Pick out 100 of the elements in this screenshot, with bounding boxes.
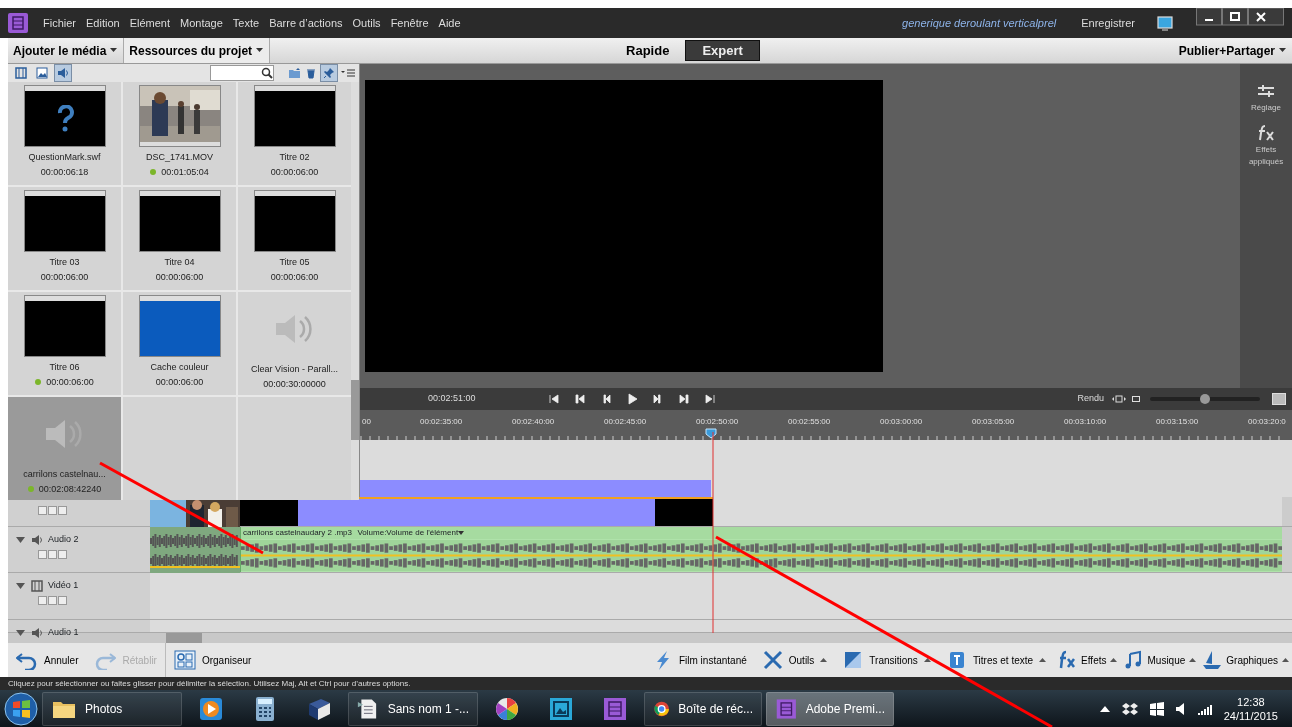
toolbar-button[interactable]: Titres et texte [938, 650, 1055, 670]
menu-item[interactable]: Texte [227, 14, 265, 32]
image-icon [36, 67, 48, 79]
toolbar-button[interactable]: Film instantané [644, 650, 755, 670]
minimize-button[interactable] [1196, 8, 1222, 26]
screen-mode-icon[interactable] [1156, 15, 1174, 31]
menu-item[interactable]: Outils [347, 14, 386, 32]
menu-item[interactable]: Fichier [38, 14, 81, 32]
close-button[interactable] [1248, 8, 1284, 26]
start-button[interactable] [4, 691, 38, 726]
media-name: QuestionMark.swf [28, 151, 101, 164]
taskbar-button[interactable]: Adobe Premi... [766, 691, 894, 726]
search-field[interactable] [210, 65, 274, 81]
sliders-icon[interactable] [1256, 82, 1276, 100]
media-name: Titre 04 [164, 256, 195, 269]
show-hidden-icon[interactable] [1099, 705, 1110, 712]
zoom-out-icon[interactable] [1132, 395, 1140, 403]
expand-icon[interactable] [16, 629, 25, 636]
filter-toggle[interactable] [54, 64, 72, 82]
menu-item[interactable]: Aide [433, 14, 466, 32]
taskbar-button[interactable]: Photos [42, 691, 182, 726]
caret-icon[interactable] [110, 48, 119, 53]
previous-edit-button[interactable] [573, 393, 586, 405]
menu-item[interactable]: Edition [81, 14, 125, 32]
media-name: Titre 03 [49, 256, 80, 269]
toolbar-button[interactable]: Musique [1120, 650, 1200, 670]
caret-icon[interactable] [1279, 48, 1287, 53]
windows-flag-icon[interactable] [1149, 701, 1164, 716]
taskbar-button[interactable]: Boîte de réc... [644, 691, 762, 726]
film-icon [30, 579, 43, 592]
maximize-button[interactable] [1222, 8, 1248, 26]
dropbox-icon[interactable] [1121, 700, 1138, 717]
panel-tab[interactable]: Ressources du projet [124, 38, 271, 63]
fit-icon[interactable] [1112, 395, 1126, 403]
vertical-scrollbar[interactable] [1282, 527, 1292, 572]
media-item[interactable]: QuestionMark.swf 00:00:06:18 [8, 82, 121, 185]
play-button[interactable] [625, 393, 638, 405]
trash-icon[interactable] [305, 67, 317, 79]
fx-icon[interactable] [1256, 124, 1276, 142]
horizontal-scrollbar[interactable] [8, 633, 1292, 643]
media-item[interactable]: Titre 05 00:00:06:00 [238, 187, 351, 290]
caret-icon[interactable] [1189, 658, 1197, 662]
pin-toggle[interactable] [320, 64, 338, 82]
taskbar-button[interactable]: Sans nom 1 -... [348, 691, 478, 726]
expand-icon[interactable] [16, 536, 25, 543]
caret-icon[interactable] [1282, 658, 1289, 662]
media-item[interactable]: Cache couleur 00:00:06:00 [123, 292, 236, 395]
media-item[interactable]: Titre 02 00:00:06:00 [238, 82, 351, 185]
media-name: Cache couleur [150, 361, 209, 374]
timeline-ruler[interactable]: 00 00:02:35:00 00:02:40:00 00:02:45:00 00:02:50:00 00:02:55:00 00:03:00:00 00:03:05:00 00:03:10:00 00:03:15:00 00:03:20:0 [360, 410, 1292, 440]
toolbar-button[interactable]: Transitions [835, 650, 939, 670]
filter-toggle[interactable] [33, 64, 51, 82]
filter-toggle[interactable] [12, 64, 30, 82]
toolbar-button[interactable]: Graphiques [1199, 650, 1292, 670]
media-name: Clear Vision - Parall... [251, 363, 338, 376]
toolbar-button[interactable]: Effets [1054, 650, 1121, 670]
vertical-scrollbar[interactable] [1282, 497, 1292, 526]
scroll-thumb[interactable] [166, 633, 202, 643]
signal-icon[interactable] [1197, 702, 1212, 715]
media-duration: 00:00:06:00 [155, 375, 204, 389]
caret-icon[interactable] [1110, 658, 1118, 662]
menu-item[interactable]: Fenêtre [385, 14, 434, 32]
publish-menu[interactable]: Publier+Partager [1173, 38, 1292, 63]
media-item[interactable]: Titre 04 00:00:06:00 [123, 187, 236, 290]
track-name: Audio 2 [48, 533, 79, 546]
media-duration: 00:01:05:04 [161, 165, 209, 179]
toolbar-button[interactable]: Organiseur [165, 650, 260, 670]
volume-menu[interactable]: Volume:Volume de l'élément [357, 527, 465, 539]
save-link[interactable]: Enregistrer [1076, 14, 1140, 32]
zoom-slider[interactable] [1199, 394, 1210, 404]
volume-icon[interactable] [1175, 701, 1186, 716]
mode-tab[interactable]: Rapide [610, 40, 686, 61]
go-to-end-button[interactable] [703, 393, 716, 405]
caret-icon[interactable] [923, 658, 931, 662]
step-forward-button[interactable] [651, 393, 664, 405]
media-item[interactable]: Titre 03 00:00:06:00 [8, 187, 121, 290]
caret-icon[interactable] [256, 48, 265, 53]
go-to-start-button[interactable] [547, 393, 560, 405]
media-item[interactable]: DSC_1741.MOV 00:01:05:04 [123, 82, 236, 185]
menu-item[interactable]: Montage [175, 14, 228, 32]
toolbar-button[interactable]: Outils [754, 650, 836, 670]
caret-icon[interactable] [820, 658, 828, 662]
toolbar-button[interactable]: Annuler [8, 650, 87, 670]
scrollbar[interactable] [351, 82, 359, 500]
clock[interactable]: 12:38 24/11/2015 [1223, 694, 1278, 723]
media-item[interactable]: carrilons castelnau... 00:02:08:42240 [8, 397, 121, 500]
caret-icon[interactable] [458, 530, 465, 535]
playhead-marker[interactable] [705, 428, 717, 438]
mode-tab[interactable]: Expert [685, 40, 760, 61]
expand-icon[interactable] [16, 582, 25, 589]
list-menu-icon[interactable] [341, 68, 355, 78]
media-item[interactable]: Clear Vision - Parall... 00:00:30:00000 [238, 292, 351, 395]
menu-item[interactable]: Elément [124, 14, 175, 32]
render-button[interactable]: Rendu [1077, 392, 1104, 406]
caret-icon[interactable] [1039, 658, 1047, 662]
menu-item[interactable]: Barre d’actions [264, 14, 348, 32]
media-name: Titre 02 [279, 151, 310, 164]
next-edit-button[interactable] [677, 393, 690, 405]
media-item[interactable]: Titre 06 00:00:06:00 [8, 292, 121, 395]
tools-icon [762, 650, 783, 670]
